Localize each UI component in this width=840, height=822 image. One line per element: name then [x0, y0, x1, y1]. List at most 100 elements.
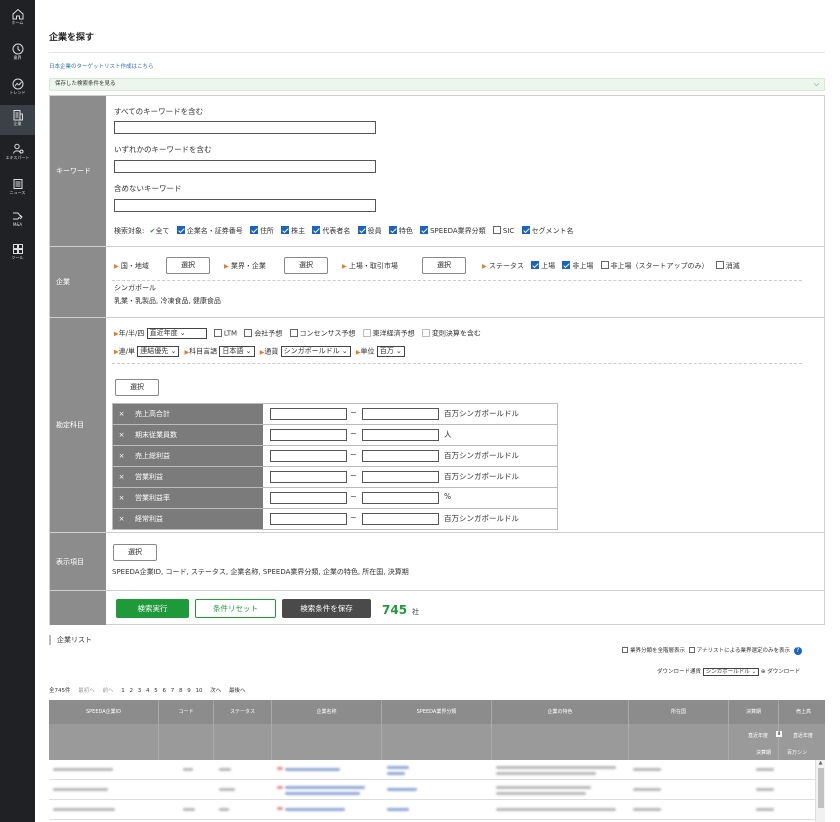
target-feature-checkbox[interactable] [388, 226, 397, 234]
page-link[interactable]: 2 [130, 688, 134, 694]
target-representative-checkbox[interactable] [312, 226, 321, 234]
table-row[interactable] [49, 760, 825, 780]
column-header[interactable]: コード [159, 700, 214, 724]
toyo-keizai-checkbox[interactable] [362, 328, 371, 337]
page-link[interactable]: 9 [187, 688, 191, 694]
table-scrollbar[interactable]: ▲ [815, 760, 825, 822]
page-link[interactable]: 8 [179, 688, 183, 694]
column-header[interactable]: ステータス [214, 700, 272, 724]
min-input[interactable] [270, 471, 347, 483]
column-header[interactable]: 売上高 [779, 700, 825, 724]
remove-icon[interactable]: × [113, 467, 130, 487]
table-row[interactable] [49, 800, 825, 820]
status-unlisted-checkbox[interactable] [562, 261, 571, 269]
target-officer-checkbox[interactable] [357, 226, 366, 234]
sidebar-item-company[interactable]: 企業 [0, 105, 35, 135]
search-execute-button[interactable]: 検索実行 [116, 599, 189, 618]
sidebar-item-ma[interactable]: M&A [0, 210, 35, 240]
remove-icon[interactable]: × [113, 488, 130, 508]
remove-icon[interactable]: × [113, 446, 130, 466]
column-header[interactable]: 企業の特色 [492, 700, 629, 724]
target-speeda-industry-checkbox[interactable] [420, 226, 429, 234]
any-keywords-input[interactable] [114, 160, 376, 173]
analyst-only-checkbox[interactable] [688, 647, 695, 653]
country-label: 国・地域 [120, 262, 149, 270]
page-link[interactable]: 10 [196, 688, 203, 694]
column-header[interactable]: SPEEDA業界分類 [382, 700, 492, 724]
page-link[interactable]: 7 [171, 688, 175, 694]
target-company-name-checkbox[interactable] [176, 226, 185, 234]
sidebar-item-trend[interactable]: トレンド [0, 78, 35, 108]
sidebar-item-news[interactable]: ニュース [0, 178, 35, 208]
unit-select[interactable]: 百万 [376, 346, 405, 357]
sidebar-item-expert[interactable]: エキスパート [0, 143, 35, 173]
accounts-select-button[interactable]: 選択 [115, 379, 159, 396]
country-select-button[interactable]: 選択 [166, 257, 210, 274]
download-icon[interactable]: ⊕ [761, 669, 766, 675]
column-header[interactable]: SPEEDA企業ID [49, 700, 159, 724]
download-link[interactable]: ダウンロード [767, 669, 800, 675]
first-page-link[interactable]: 最初へ [78, 688, 95, 694]
irregular-checkbox[interactable] [421, 328, 430, 337]
range-separator: ~ [350, 513, 357, 522]
all-industry-checkbox[interactable] [622, 647, 628, 653]
download-currency-select[interactable]: シンガポールドル [702, 667, 760, 676]
min-input[interactable] [270, 408, 347, 420]
ltm-checkbox[interactable] [213, 328, 222, 337]
min-input[interactable] [270, 492, 347, 504]
all-keywords-input[interactable] [114, 121, 376, 134]
sidebar-item-industry[interactable]: 業界 [0, 43, 35, 73]
page-link[interactable]: 1 [121, 688, 125, 694]
lang-select[interactable]: 日本語 [219, 346, 255, 357]
display-select-button[interactable]: 選択 [113, 544, 157, 561]
min-input[interactable] [270, 450, 347, 462]
target-sic-checkbox[interactable] [492, 226, 501, 234]
min-input[interactable] [270, 513, 347, 525]
remove-icon[interactable]: × [113, 404, 130, 424]
target-list-link[interactable]: 日本企業のターゲットリスト作成はこちら [49, 62, 154, 70]
status-defunct-checkbox[interactable] [715, 261, 724, 269]
sidebar-item-tools[interactable]: ツール [0, 243, 35, 273]
status-listed-checkbox[interactable] [531, 261, 540, 269]
column-header[interactable]: 企業名称 [272, 700, 382, 724]
industry-select-button[interactable]: 選択 [284, 257, 328, 274]
max-input[interactable] [362, 429, 439, 441]
target-segment-checkbox[interactable] [521, 226, 530, 234]
help-icon[interactable]: ? [793, 647, 802, 655]
next-page-link[interactable]: 次へ [210, 688, 221, 694]
market-select-button[interactable]: 選択 [422, 257, 466, 274]
consensus-checkbox[interactable] [289, 328, 298, 337]
currency-select[interactable]: シンガポールドル [280, 346, 351, 357]
page-link[interactable]: 5 [154, 688, 158, 694]
min-input[interactable] [270, 429, 347, 441]
max-input[interactable] [362, 492, 439, 504]
max-input[interactable] [362, 408, 439, 420]
page-link[interactable]: 4 [146, 688, 150, 694]
consolidation-select[interactable]: 連結優先 [137, 346, 180, 357]
max-input[interactable] [362, 513, 439, 525]
company-forecast-checkbox[interactable] [244, 328, 253, 337]
save-conditions-button[interactable]: 検索条件を保存 [282, 599, 371, 618]
reset-conditions-button[interactable]: 条件リセット [195, 599, 276, 618]
last-page-link[interactable]: 最後へ [229, 688, 246, 694]
remove-icon[interactable]: × [113, 425, 130, 445]
prev-page-link[interactable]: 前へ [103, 688, 114, 694]
scroll-up-icon[interactable]: ▲ [816, 760, 825, 766]
column-header[interactable]: 所在国 [629, 700, 729, 724]
page-link[interactable]: 6 [163, 688, 167, 694]
period-select[interactable]: 直近年度 [146, 328, 207, 339]
remove-icon[interactable]: × [113, 509, 130, 529]
exclude-keywords-input[interactable] [114, 199, 376, 212]
scrollbar-thumb[interactable] [817, 768, 824, 808]
saved-conditions-toggle[interactable]: 保存した検索条件を見る ⌵ [49, 78, 825, 91]
sort-icon[interactable]: ⬇ [776, 731, 783, 737]
page-link[interactable]: 3 [138, 688, 142, 694]
column-header[interactable]: 決算期 [729, 700, 779, 724]
target-shareholder-checkbox[interactable] [281, 226, 290, 234]
status-startup-checkbox[interactable] [600, 261, 609, 269]
max-input[interactable] [362, 450, 439, 462]
max-input[interactable] [362, 471, 439, 483]
target-address-checkbox[interactable] [249, 226, 258, 234]
sidebar-item-home[interactable]: ホーム [0, 8, 35, 38]
table-row[interactable] [49, 780, 825, 800]
